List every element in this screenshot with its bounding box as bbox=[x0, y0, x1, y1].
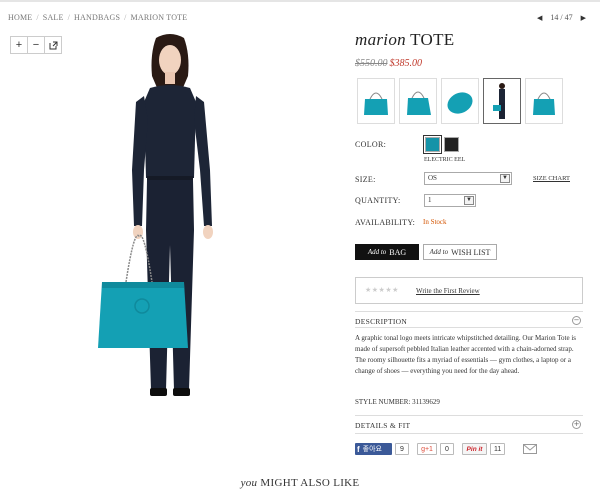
facebook-icon: f bbox=[357, 444, 360, 454]
add-to-bag-label: BAG bbox=[389, 247, 407, 257]
product-title: marion TOTE bbox=[355, 30, 585, 50]
size-chart-link[interactable]: SIZE CHART bbox=[533, 175, 570, 182]
product-title-prefix: marion bbox=[355, 30, 406, 49]
model-thumbnail-image bbox=[493, 83, 505, 119]
details-divider bbox=[355, 433, 583, 434]
bag-thumbnail-image bbox=[533, 92, 555, 115]
email-share-button[interactable] bbox=[523, 443, 538, 455]
size-dropdown[interactable]: OS ▼ bbox=[424, 172, 512, 185]
add-to-wishlist-prefix: Add to bbox=[429, 248, 449, 256]
breadcrumb: HOME / SALE / HANDBAGS / MARION TOTE bbox=[8, 13, 187, 22]
add-to-wishlist-button[interactable]: Add to WISH LIST bbox=[423, 244, 497, 260]
recommendations-heading-main: MIGHT ALSO LIKE bbox=[260, 477, 360, 489]
breadcrumb-sale[interactable]: SALE bbox=[43, 13, 64, 22]
availability-status: In Stock bbox=[423, 218, 447, 226]
product-main-image[interactable] bbox=[90, 30, 250, 410]
add-to-bag-button[interactable]: Add to BAG bbox=[355, 244, 419, 260]
selected-color-name: ELECTRIC EEL bbox=[424, 157, 466, 163]
review-box: ★★★★★ Write the First Review bbox=[355, 277, 583, 304]
rating-stars: ★★★★★ bbox=[365, 286, 399, 294]
facebook-like-count: 9 bbox=[395, 443, 409, 455]
recommendations-heading: you MIGHT ALSO LIKE bbox=[0, 477, 600, 489]
quantity-dropdown[interactable]: 1 ▼ bbox=[424, 194, 476, 207]
breadcrumb-separator: / bbox=[124, 13, 127, 22]
add-to-wishlist-label: WISH LIST bbox=[451, 247, 491, 257]
description-text: A graphic tonal logo meets intricate whi… bbox=[355, 334, 576, 375]
fullscreen-button[interactable] bbox=[44, 36, 62, 54]
pinterest-count: 11 bbox=[490, 443, 506, 455]
thumbnail-bag-folded[interactable] bbox=[441, 78, 479, 124]
next-product-icon[interactable]: ▶ bbox=[581, 14, 586, 22]
description-header[interactable]: DESCRIPTION − bbox=[355, 311, 583, 327]
bag-thumbnail-image bbox=[364, 92, 388, 115]
product-info: marion TOTE $550.00 $385.00 bbox=[355, 30, 585, 69]
breadcrumb-home[interactable]: HOME bbox=[8, 13, 32, 22]
size-dropdown-value: OS bbox=[428, 174, 437, 182]
product-price: $550.00 $385.00 bbox=[355, 58, 585, 69]
google-plus-button[interactable]: g+1 bbox=[417, 443, 437, 455]
zoom-in-button[interactable]: + bbox=[10, 36, 28, 54]
breadcrumb-separator: / bbox=[36, 13, 39, 22]
size-label: SIZE: bbox=[355, 175, 376, 184]
facebook-like-label: 좋아요 bbox=[362, 446, 382, 453]
quantity-dropdown-value: 1 bbox=[428, 196, 432, 204]
thumbnail-strip bbox=[357, 78, 563, 124]
color-swatch-electric-eel[interactable] bbox=[423, 135, 442, 154]
details-heading: DETAILS & FIT bbox=[355, 421, 411, 430]
style-number: STYLE NUMBER: 31139629 bbox=[355, 398, 440, 406]
description-divider bbox=[355, 327, 583, 328]
expand-icon[interactable]: + bbox=[572, 420, 581, 429]
breadcrumb-current: MARION TOTE bbox=[130, 13, 188, 22]
availability-label: AVAILABILITY: bbox=[355, 218, 416, 227]
add-to-bag-prefix: Add to bbox=[367, 248, 387, 256]
chevron-down-icon: ▼ bbox=[500, 174, 510, 183]
details-header[interactable]: DETAILS & FIT + bbox=[355, 415, 583, 431]
expand-icon bbox=[49, 41, 57, 49]
write-review-link[interactable]: Write the First Review bbox=[416, 287, 480, 295]
prev-product-icon[interactable]: ◀ bbox=[537, 14, 542, 22]
breadcrumb-separator: / bbox=[67, 13, 71, 22]
thumbnail-bag-angle[interactable] bbox=[399, 78, 437, 124]
envelope-icon bbox=[523, 444, 538, 454]
product-pager: ◀ 14 / 47 ▶ bbox=[537, 13, 586, 22]
chevron-down-icon: ▼ bbox=[464, 196, 474, 205]
color-label: COLOR: bbox=[355, 140, 387, 149]
thumbnail-bag-side[interactable] bbox=[525, 78, 563, 124]
color-swatch-black[interactable] bbox=[444, 137, 459, 152]
price-original: $550.00 bbox=[355, 58, 388, 69]
bag-thumbnail-image bbox=[407, 91, 431, 115]
color-swatches bbox=[423, 135, 459, 154]
description-heading: DESCRIPTION bbox=[355, 317, 408, 326]
pager-position: 14 / 47 bbox=[550, 13, 573, 22]
social-share: f 좋아요 9 g+1 0 Pin it 11 bbox=[355, 443, 538, 455]
price-sale: $385.00 bbox=[389, 58, 423, 69]
zoom-out-button[interactable]: − bbox=[27, 36, 45, 54]
quantity-label: QUANTITY: bbox=[355, 196, 401, 205]
product-title-main: TOTE bbox=[410, 30, 455, 49]
image-zoom-controls: + − bbox=[10, 36, 62, 54]
breadcrumb-handbags[interactable]: HANDBAGS bbox=[74, 13, 120, 22]
pinterest-button[interactable]: Pin it bbox=[462, 443, 487, 455]
collapse-icon[interactable]: − bbox=[572, 316, 581, 325]
thumbnail-bag-front[interactable] bbox=[357, 78, 395, 124]
bag-thumbnail-image bbox=[447, 92, 473, 114]
google-plus-count: 0 bbox=[440, 443, 454, 455]
top-divider bbox=[0, 0, 600, 2]
thumbnail-model[interactable] bbox=[483, 78, 521, 124]
facebook-like-button[interactable]: f 좋아요 bbox=[355, 443, 392, 455]
recommendations-heading-prefix: you bbox=[240, 477, 258, 489]
